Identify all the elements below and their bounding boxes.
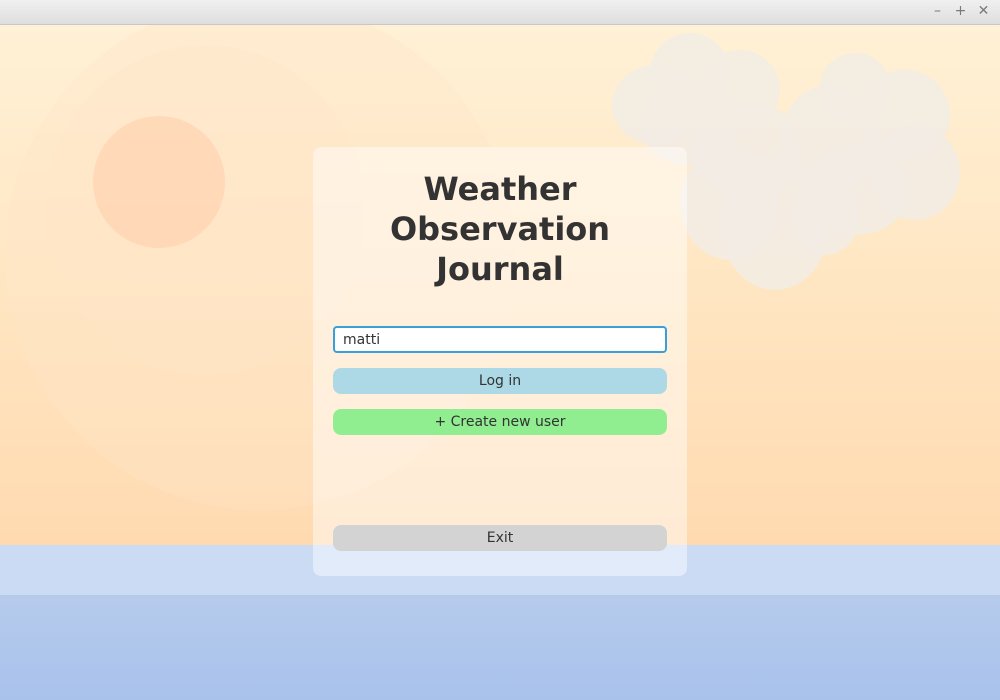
water-depths — [0, 595, 1000, 700]
window-controls: – + ✕ — [929, 3, 992, 20]
login-panel: Weather Observation Journal Log in + Cre… — [313, 147, 687, 576]
create-user-button[interactable]: + Create new user — [333, 409, 667, 435]
sun-icon — [93, 116, 225, 248]
minimize-icon[interactable]: – — [929, 3, 946, 20]
login-button[interactable]: Log in — [333, 368, 667, 394]
close-icon[interactable]: ✕ — [975, 3, 992, 20]
app-title: Weather Observation Journal — [389, 170, 611, 288]
app-window: – + ✕ Weather Observation Journal matti … — [0, 0, 1000, 700]
exit-button[interactable]: Exit — [333, 525, 667, 551]
window-titlebar: – + ✕ — [0, 0, 1000, 25]
maximize-icon[interactable]: + — [952, 3, 969, 20]
username-input[interactable] — [333, 326, 667, 353]
